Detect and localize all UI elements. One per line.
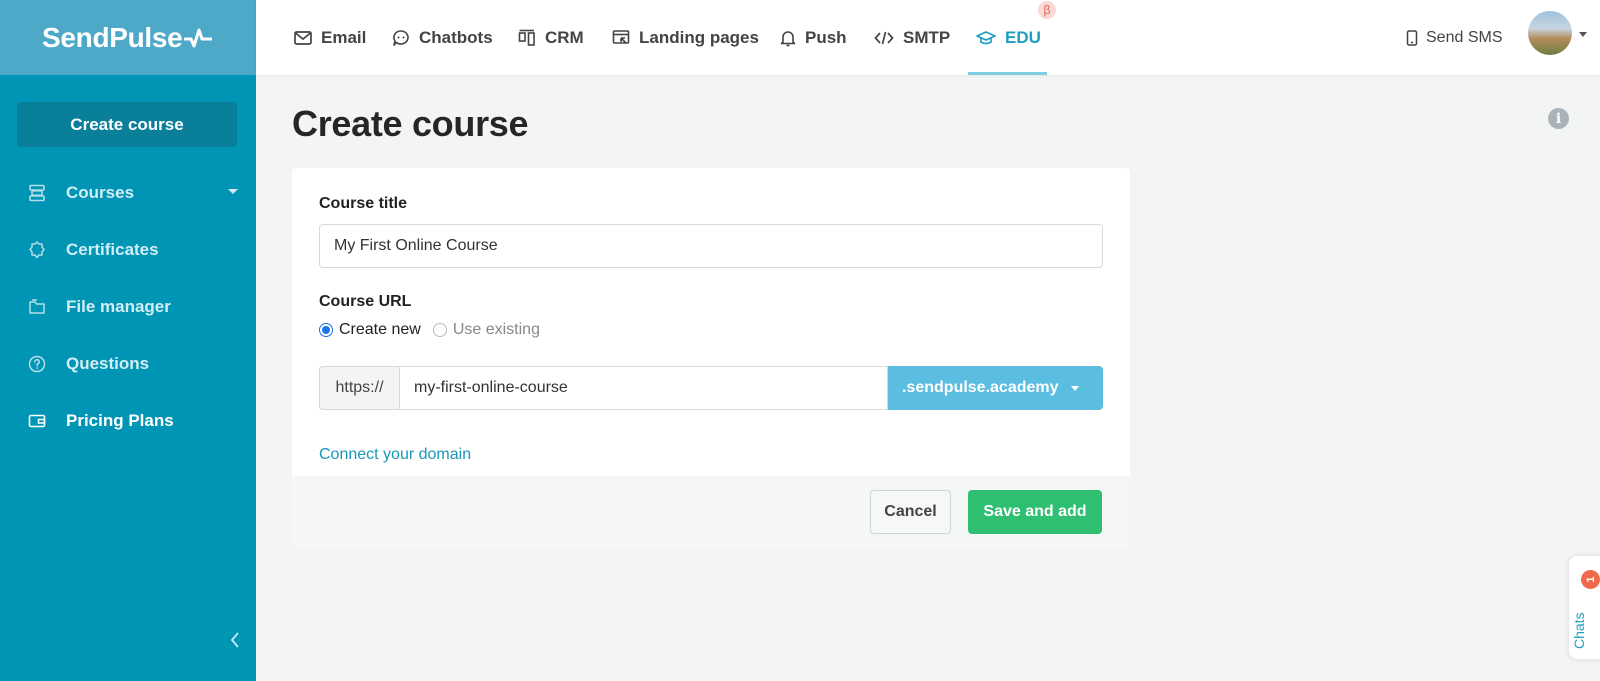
url-prefix: https:// bbox=[319, 366, 399, 410]
chevron-down-icon bbox=[228, 189, 238, 194]
graduation-cap-icon bbox=[976, 30, 996, 46]
sidebar-item-pricing-plans[interactable]: Pricing Plans bbox=[0, 392, 256, 449]
info-icon[interactable]: i bbox=[1548, 108, 1569, 129]
chevron-down-icon[interactable] bbox=[1579, 32, 1587, 37]
folder-icon bbox=[27, 297, 47, 317]
wallet-icon bbox=[27, 411, 47, 431]
send-sms-button[interactable]: Send SMS bbox=[1406, 0, 1502, 75]
tab-push[interactable]: Push bbox=[780, 0, 847, 75]
chats-badge: 1 bbox=[1581, 570, 1600, 589]
collapse-sidebar-icon[interactable] bbox=[230, 632, 240, 653]
chats-label: Chats bbox=[1571, 612, 1587, 649]
chats-widget[interactable]: 1 Chats bbox=[1569, 556, 1600, 659]
sidebar: SendPulse Create course Courses Certific… bbox=[0, 0, 256, 681]
url-mode-radio-group: Create new Use existing bbox=[319, 321, 552, 339]
tab-crm[interactable]: CRM bbox=[518, 0, 584, 75]
pulse-icon bbox=[184, 28, 213, 47]
use-existing-label[interactable]: Use existing bbox=[453, 321, 540, 339]
sidebar-item-questions[interactable]: Questions bbox=[0, 335, 256, 392]
save-and-add-button[interactable]: Save and add bbox=[968, 490, 1102, 534]
code-icon bbox=[874, 30, 894, 46]
certificate-icon bbox=[27, 240, 47, 260]
course-url-group: https:// my-first-online-course .sendpul… bbox=[319, 366, 1103, 410]
send-sms-label: Send SMS bbox=[1426, 28, 1503, 46]
tab-label: CRM bbox=[545, 27, 584, 47]
question-icon bbox=[27, 354, 47, 374]
sidebar-item-file-manager[interactable]: File manager bbox=[0, 278, 256, 335]
sidebar-item-label: Certificates bbox=[66, 239, 159, 259]
tab-label: Landing pages bbox=[639, 27, 759, 47]
domain-select-label: .sendpulse.academy bbox=[902, 379, 1059, 396]
sendpulse-logo[interactable]: SendPulse bbox=[42, 21, 213, 54]
tab-label: Push bbox=[805, 27, 847, 47]
use-existing-radio[interactable] bbox=[432, 323, 447, 337]
tab-chatbots[interactable]: Chatbots bbox=[392, 0, 493, 75]
tab-label: SMTP bbox=[903, 27, 951, 47]
sidebar-item-courses[interactable]: Courses bbox=[0, 164, 256, 221]
sidebar-nav: Courses Certificates File manager Questi… bbox=[0, 164, 256, 449]
create-new-radio[interactable] bbox=[319, 323, 333, 337]
create-course-form: Course title My First Online Course Cour… bbox=[292, 168, 1130, 549]
url-slug-input[interactable]: my-first-online-course bbox=[399, 366, 888, 410]
page-title: Create course bbox=[292, 103, 529, 144]
tab-label: Email bbox=[321, 27, 367, 47]
create-new-label[interactable]: Create new bbox=[339, 321, 421, 339]
tab-label: EDU bbox=[1005, 27, 1041, 47]
sidebar-item-label: Questions bbox=[66, 353, 150, 373]
logo-area: SendPulse bbox=[0, 0, 256, 75]
tab-landing-pages[interactable]: Landing pages bbox=[612, 0, 759, 75]
beta-badge: β bbox=[1038, 1, 1056, 19]
sidebar-item-label: File manager bbox=[66, 296, 171, 316]
top-nav: Email Chatbots CRM Landing pages Push SM… bbox=[256, 0, 1600, 75]
course-title-label: Course title bbox=[319, 195, 408, 212]
chat-bubble-icon bbox=[392, 29, 410, 47]
sidebar-item-label: Courses bbox=[66, 182, 135, 202]
landing-page-icon bbox=[612, 29, 630, 47]
kanban-icon bbox=[518, 29, 536, 47]
tab-smtp[interactable]: SMTP bbox=[874, 0, 950, 75]
sidebar-item-label: Pricing Plans bbox=[66, 410, 174, 430]
tab-edu[interactable]: EDU bbox=[976, 0, 1041, 75]
avatar[interactable] bbox=[1528, 11, 1572, 55]
cancel-button[interactable]: Cancel bbox=[870, 490, 951, 534]
bell-icon bbox=[780, 29, 796, 47]
sidebar-item-certificates[interactable]: Certificates bbox=[0, 221, 256, 278]
tab-label: Chatbots bbox=[419, 27, 493, 47]
connect-domain-link[interactable]: Connect your domain bbox=[319, 446, 471, 464]
tab-email[interactable]: Email bbox=[294, 0, 366, 75]
phone-icon bbox=[1406, 29, 1418, 46]
envelope-icon bbox=[294, 30, 312, 46]
domain-select[interactable]: .sendpulse.academy bbox=[888, 366, 1103, 410]
course-url-label: Course URL bbox=[319, 293, 412, 310]
logo-text: SendPulse bbox=[42, 21, 183, 53]
create-course-button[interactable]: Create course bbox=[17, 102, 237, 147]
chevron-down-icon bbox=[1070, 385, 1079, 391]
courses-icon bbox=[27, 183, 47, 203]
course-title-input[interactable]: My First Online Course bbox=[319, 224, 1103, 268]
active-tab-indicator bbox=[968, 72, 1047, 75]
